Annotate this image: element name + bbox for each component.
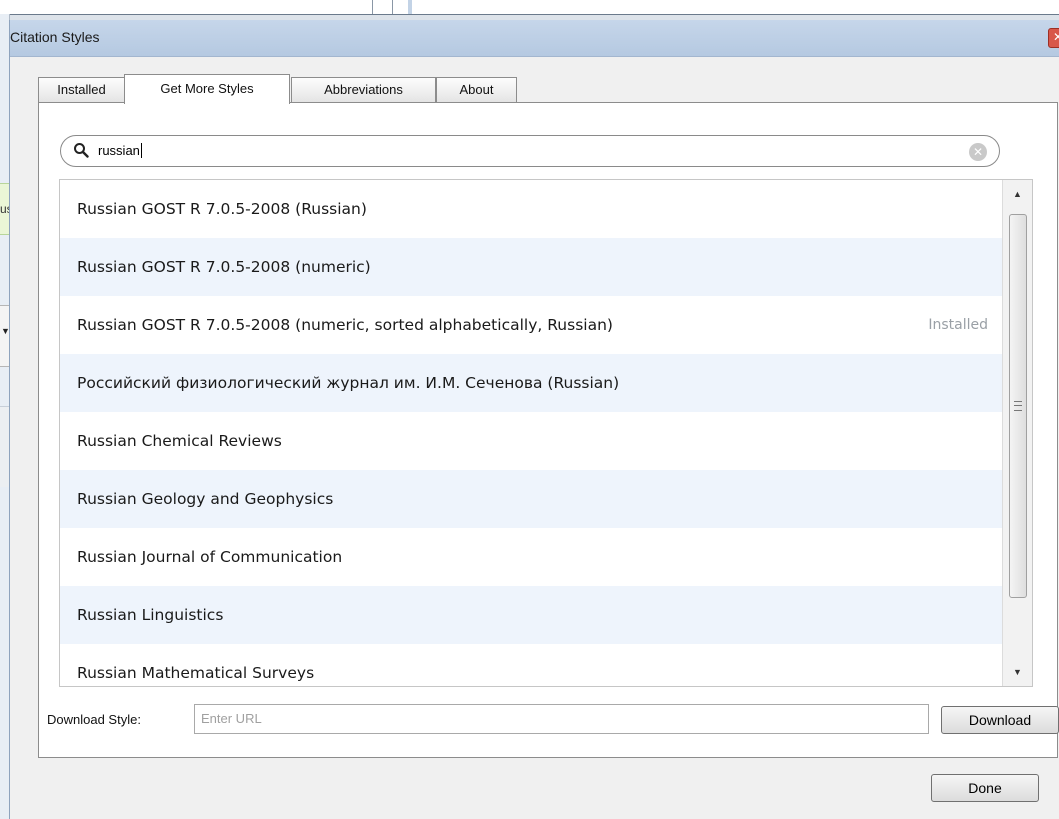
style-name: Russian Chemical Reviews bbox=[77, 432, 282, 450]
list-item[interactable]: Russian GOST R 7.0.5-2008 (numeric, sort… bbox=[60, 296, 1002, 354]
grip-icon bbox=[1014, 401, 1022, 411]
search-input[interactable]: russian ✕ bbox=[60, 135, 1000, 167]
list-item[interactable]: Russian Mathematical Surveys bbox=[60, 644, 1002, 686]
background-panel bbox=[0, 406, 9, 487]
tab-installed[interactable]: Installed bbox=[38, 77, 125, 102]
style-name: Russian GOST R 7.0.5-2008 (numeric, sort… bbox=[77, 316, 613, 334]
background-splitter bbox=[372, 0, 373, 14]
style-name: Russian GOST R 7.0.5-2008 (Russian) bbox=[77, 200, 367, 218]
download-url-placeholder: Enter URL bbox=[201, 711, 262, 726]
list-item[interactable]: Russian GOST R 7.0.5-2008 (numeric) bbox=[60, 238, 1002, 296]
style-name: Russian GOST R 7.0.5-2008 (numeric) bbox=[77, 258, 371, 276]
list-item[interactable]: Russian GOST R 7.0.5-2008 (Russian) bbox=[60, 180, 1002, 238]
style-name: Russian Mathematical Surveys bbox=[77, 664, 315, 682]
tab-about[interactable]: About bbox=[436, 77, 517, 102]
close-icon: ✕ bbox=[1052, 30, 1059, 44]
background-dropdown[interactable]: ▼ bbox=[0, 305, 10, 367]
list-item[interactable]: Russian Geology and Geophysics bbox=[60, 470, 1002, 528]
download-button[interactable]: Download bbox=[941, 706, 1059, 734]
scrollbar-thumb[interactable] bbox=[1009, 214, 1027, 598]
search-value: russian bbox=[98, 143, 140, 158]
clear-search-icon[interactable]: ✕ bbox=[969, 143, 987, 161]
scroll-down-arrow-icon[interactable]: ▼ bbox=[1003, 660, 1032, 684]
style-status: Installed bbox=[928, 317, 988, 333]
style-name: Российский физиологический журнал им. И.… bbox=[77, 374, 620, 392]
style-name: Russian Linguistics bbox=[77, 606, 224, 624]
dialog-titlebar[interactable]: Citation Styles ✕ bbox=[10, 20, 1059, 57]
dialog-title: Citation Styles bbox=[10, 29, 100, 45]
done-button[interactable]: Done bbox=[931, 774, 1039, 802]
style-name: Russian Journal of Communication bbox=[77, 548, 343, 566]
get-more-styles-panel: russian ✕ Russian GOST R 7.0.5-2008 (Rus… bbox=[38, 102, 1059, 758]
close-button[interactable]: ✕ bbox=[1048, 28, 1059, 48]
background-splitter bbox=[408, 0, 412, 14]
citation-styles-dialog: Citation Styles ✕ Installed Get More Sty… bbox=[9, 20, 1059, 819]
list-scrollbar[interactable]: ▲ ▼ bbox=[1002, 180, 1032, 686]
list-item[interactable]: Russian Linguistics bbox=[60, 586, 1002, 644]
background-splitter bbox=[392, 0, 393, 14]
list-item[interactable]: Российский физиологический журнал им. И.… bbox=[60, 354, 1002, 412]
search-icon bbox=[74, 143, 89, 158]
scroll-up-arrow-icon[interactable]: ▲ bbox=[1003, 182, 1032, 206]
tab-get-more-styles[interactable]: Get More Styles bbox=[124, 74, 290, 104]
tab-abbreviations[interactable]: Abbreviations bbox=[291, 77, 436, 102]
background-window-top bbox=[0, 0, 1059, 15]
download-url-field[interactable]: Enter URL bbox=[194, 704, 929, 734]
text-cursor bbox=[140, 143, 142, 158]
list-item[interactable]: Russian Chemical Reviews bbox=[60, 412, 1002, 470]
background-notification-strip: us bbox=[0, 183, 13, 235]
list-item[interactable]: Russian Journal of Communication bbox=[60, 528, 1002, 586]
style-name: Russian Geology and Geophysics bbox=[77, 490, 334, 508]
styles-list[interactable]: Russian GOST R 7.0.5-2008 (Russian) Russ… bbox=[59, 179, 1033, 687]
download-style-label: Download Style: bbox=[47, 712, 141, 727]
